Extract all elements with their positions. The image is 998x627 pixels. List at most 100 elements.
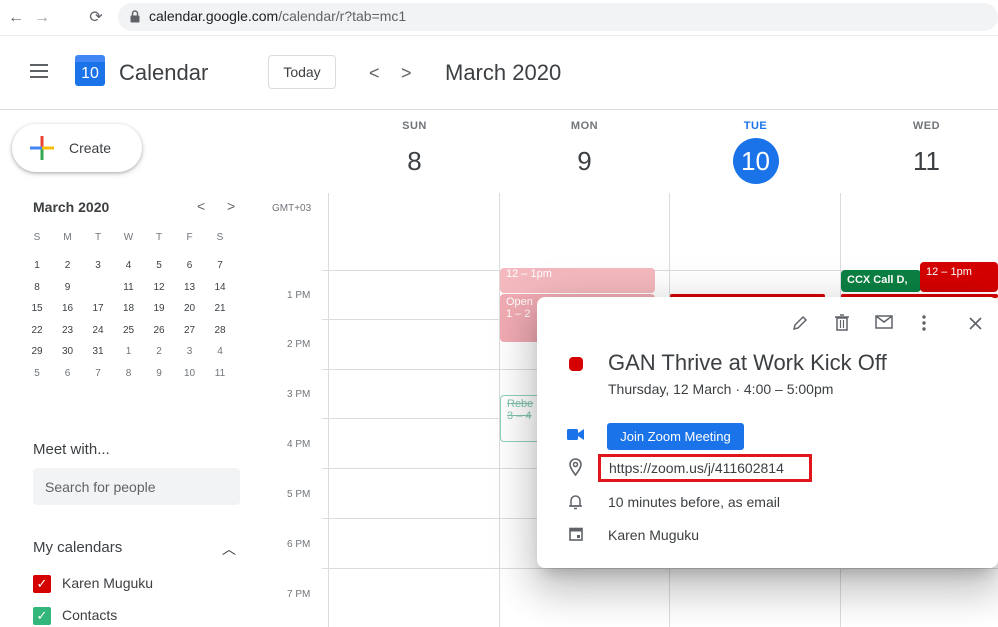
forward-arrow-icon[interactable]: → <box>32 8 52 28</box>
mini-calendar-day[interactable]: 16 <box>53 299 83 319</box>
timezone-label: GMT+03 <box>272 203 312 214</box>
event-chip[interactable]: 12 – 1pm <box>920 262 998 292</box>
day-number[interactable]: 9 <box>562 138 608 184</box>
previous-period-icon[interactable]: < <box>369 64 380 82</box>
calendar-icon <box>569 527 583 541</box>
day-of-week: WED <box>912 120 941 132</box>
mini-calendar-day[interactable]: 2 <box>53 256 83 276</box>
mini-prev-month-icon[interactable]: < <box>197 198 205 214</box>
mini-calendar-day[interactable]: 3 <box>175 342 205 362</box>
mini-calendar-day[interactable]: 29 <box>22 342 52 362</box>
reminder-text: 10 minutes before, as email <box>608 494 780 510</box>
day-header-wed[interactable]: WED 11 <box>841 120 998 184</box>
day-number[interactable]: 10 <box>732 138 779 184</box>
hour-label: 2 PM <box>287 339 311 350</box>
delete-icon[interactable] <box>835 314 849 331</box>
mini-calendar-day[interactable]: 1 <box>22 256 52 276</box>
logo-day: 10 <box>75 62 105 86</box>
back-arrow-icon[interactable]: ← <box>6 8 26 28</box>
calendar-logo[interactable]: 10 <box>75 55 105 86</box>
day-number[interactable]: 11 <box>904 138 950 184</box>
hour-line <box>322 568 998 569</box>
event-title: CCX Call D, <box>847 274 908 286</box>
mini-calendar-day[interactable]: 18 <box>114 299 144 319</box>
next-period-icon[interactable]: > <box>401 64 412 82</box>
mini-calendar-day[interactable]: 17 <box>83 299 113 319</box>
mini-calendar-day[interactable]: 7 <box>83 364 113 384</box>
event-chip[interactable]: 12 – 1pm <box>500 268 655 293</box>
day-header-tue[interactable]: TUE 10 <box>670 120 841 184</box>
hour-label: 3 PM <box>287 389 311 400</box>
event-title: GAN Thrive at Work Kick Off <box>608 350 887 375</box>
mini-calendar-day[interactable]: 14 <box>205 278 235 298</box>
mini-calendar-day[interactable]: 6 <box>53 364 83 384</box>
checkbox-checked-icon[interactable]: ✓ <box>33 607 51 625</box>
hour-label: 4 PM <box>287 439 311 450</box>
close-icon[interactable] <box>969 317 982 330</box>
mini-calendar-day[interactable]: 10 <box>83 275 113 300</box>
event-time: 12 – 1pm <box>926 266 972 278</box>
today-button[interactable]: Today <box>268 55 336 89</box>
address-bar[interactable]: calendar.google.com/calendar/r?tab=mc1 <box>118 3 998 31</box>
mini-calendar-day[interactable]: 1 <box>114 342 144 362</box>
hour-label: 5 PM <box>287 489 311 500</box>
mini-calendar-day[interactable]: 23 <box>53 321 83 341</box>
hour-label: 7 PM <box>287 589 311 600</box>
create-button[interactable]: Create <box>12 124 142 172</box>
mini-calendar-day[interactable]: 9 <box>144 364 174 384</box>
mini-next-month-icon[interactable]: > <box>227 198 235 214</box>
mini-calendar-day[interactable]: 15 <box>22 299 52 319</box>
zoom-link-highlight[interactable]: https://zoom.us/j/411602814 <box>598 454 812 482</box>
event-chip[interactable]: CCX Call D, <box>841 270 921 292</box>
mini-calendar-day[interactable]: 28 <box>205 321 235 341</box>
mini-calendar-day[interactable]: 10 <box>175 364 205 384</box>
mini-calendar-day[interactable]: 22 <box>22 321 52 341</box>
reload-icon[interactable]: ⟳ <box>86 8 106 28</box>
email-icon[interactable] <box>875 315 893 329</box>
video-call-icon <box>567 429 584 440</box>
edit-icon[interactable] <box>792 315 808 331</box>
mini-calendar-day[interactable]: 7 <box>205 256 235 276</box>
mini-calendar-day[interactable]: 8 <box>114 364 144 384</box>
mini-calendar-day[interactable]: 24 <box>83 321 113 341</box>
event-time: 12 – 1pm <box>506 268 552 280</box>
mini-calendar-day[interactable]: 26 <box>144 321 174 341</box>
mini-calendar-day[interactable]: 19 <box>144 299 174 319</box>
day-header-mon[interactable]: MON 9 <box>499 120 670 184</box>
mini-calendar-day[interactable]: 12 <box>144 278 174 298</box>
mini-calendar-day[interactable]: 25 <box>114 321 144 341</box>
mini-calendar-day[interactable]: 9 <box>53 278 83 298</box>
mini-calendar-day[interactable]: 5 <box>22 364 52 384</box>
create-label: Create <box>69 140 112 156</box>
mini-calendar-day[interactable]: 6 <box>175 256 205 276</box>
more-options-icon[interactable] <box>922 315 926 331</box>
collapse-chevron-icon[interactable]: ︿ <box>222 539 236 559</box>
event-datetime: Thursday, 12 March · 4:00 – 5:00pm <box>608 381 834 397</box>
main-menu-icon[interactable] <box>30 64 48 78</box>
day-header-sun[interactable]: SUN 8 <box>329 120 500 184</box>
hour-label: 6 PM <box>287 539 311 550</box>
mini-calendar-day[interactable]: 11 <box>205 364 235 384</box>
mini-calendar-day[interactable]: 30 <box>53 342 83 362</box>
mini-calendar-day[interactable]: 4 <box>205 342 235 362</box>
checkbox-checked-icon[interactable]: ✓ <box>33 575 51 593</box>
search-people-placeholder: Search for people <box>45 479 156 495</box>
join-zoom-button[interactable]: Join Zoom Meeting <box>607 423 744 450</box>
zoom-link[interactable]: https://zoom.us/j/411602814 <box>609 460 784 476</box>
mini-calendar-day[interactable]: 20 <box>175 299 205 319</box>
mini-calendar-day[interactable]: 3 <box>83 256 113 276</box>
mini-calendar-day[interactable]: 2 <box>144 342 174 362</box>
mini-calendar-day[interactable]: 5 <box>144 256 174 276</box>
mini-calendar-day[interactable]: 11 <box>114 278 144 298</box>
day-of-week: SUN <box>402 120 427 132</box>
mini-calendar-day[interactable]: 27 <box>175 321 205 341</box>
mini-calendar-day[interactable]: 21 <box>205 299 235 319</box>
mini-calendar-day[interactable]: 8 <box>22 278 52 298</box>
mini-calendar-day[interactable]: 13 <box>175 278 205 298</box>
mini-calendar-day[interactable]: 4 <box>114 256 144 276</box>
url-host: calendar.google.com <box>149 8 279 24</box>
my-calendars-heading[interactable]: My calendars <box>33 539 122 556</box>
search-people-input[interactable]: Search for people <box>33 468 240 505</box>
mini-calendar-day[interactable]: 31 <box>83 342 113 362</box>
day-number[interactable]: 8 <box>392 138 438 184</box>
